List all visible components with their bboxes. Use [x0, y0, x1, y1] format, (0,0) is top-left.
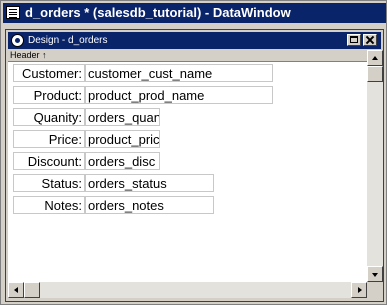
scroll-up-button[interactable] [367, 50, 383, 66]
product-column[interactable]: product_prod_name [85, 86, 273, 104]
arrow-up-icon [372, 56, 378, 60]
arrow-left-icon [14, 287, 18, 293]
price-column[interactable]: product_pric [85, 130, 160, 148]
scroll-left-button[interactable] [8, 282, 24, 298]
notes-column[interactable]: orders_notes [85, 196, 214, 214]
design-view-icon [11, 34, 24, 47]
close-icon [364, 35, 376, 45]
status-label[interactable]: Status: [13, 174, 85, 192]
quantity-label[interactable]: Quanity: [13, 108, 85, 126]
arrow-right-icon [358, 287, 362, 293]
header-band-label[interactable]: Header ↑ [8, 50, 367, 62]
customer-label[interactable]: Customer: [13, 64, 85, 82]
datawindow-icon [6, 6, 20, 19]
scroll-down-button[interactable] [367, 266, 383, 282]
product-label[interactable]: Product: [13, 86, 85, 104]
design-view-title: Design - d_orders [28, 35, 108, 46]
status-column[interactable]: orders_status [85, 174, 214, 192]
horizontal-scrollbar[interactable] [8, 282, 367, 298]
scrollbar-corner [367, 282, 383, 298]
discount-column[interactable]: orders_disc [85, 152, 160, 170]
close-button[interactable] [363, 34, 377, 46]
price-label[interactable]: Price: [13, 130, 85, 148]
arrow-down-icon [372, 273, 378, 277]
header-band-text: Header ↑ [10, 50, 47, 60]
scroll-right-button[interactable] [351, 282, 367, 298]
window-title-bar[interactable]: d_orders * (salesdb_tutorial) - DataWind… [3, 3, 386, 23]
quantity-column[interactable]: orders_quan [85, 108, 160, 126]
design-view-title-bar[interactable]: Design - d_orders [8, 32, 381, 49]
restore-button[interactable] [347, 34, 361, 46]
vertical-scrollbar[interactable] [367, 50, 383, 282]
horizontal-scroll-thumb[interactable] [24, 282, 40, 298]
customer-column[interactable]: customer_cust_name [85, 64, 273, 82]
discount-label[interactable]: Discount: [13, 152, 85, 170]
design-view-window: Design - d_orders Header ↑ Customer: cus… [5, 29, 384, 302]
restore-icon [350, 36, 358, 43]
vertical-scroll-thumb[interactable] [367, 66, 383, 82]
design-canvas[interactable]: Customer: customer_cust_name Product: pr… [8, 62, 367, 282]
window-title: d_orders * (salesdb_tutorial) - DataWind… [25, 5, 291, 20]
datawindow-painter-window: d_orders * (salesdb_tutorial) - DataWind… [0, 0, 387, 305]
notes-label[interactable]: Notes: [13, 196, 85, 214]
